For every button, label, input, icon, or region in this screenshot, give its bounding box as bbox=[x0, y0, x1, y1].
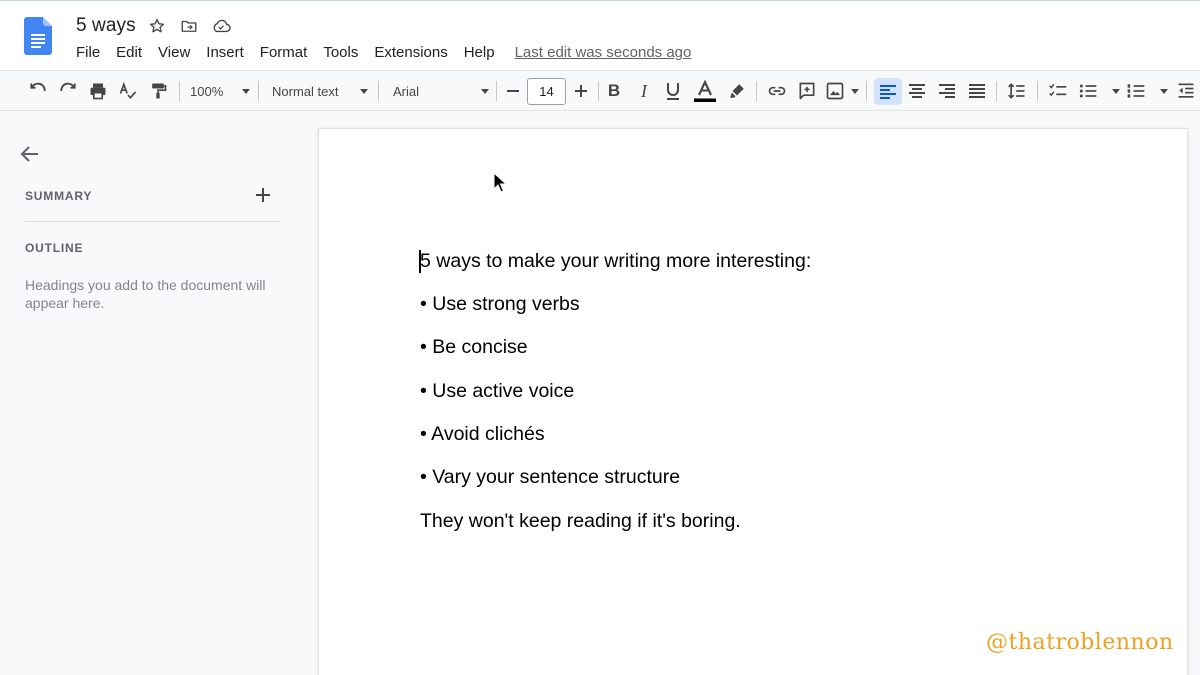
chevron-down-icon bbox=[242, 88, 250, 94]
back-arrow-icon[interactable] bbox=[18, 142, 42, 166]
align-right-icon[interactable] bbox=[935, 79, 959, 103]
toolbar-divider bbox=[378, 81, 379, 101]
justify-icon[interactable] bbox=[965, 79, 989, 103]
title-row: 5 ways bbox=[76, 13, 232, 39]
menu-help[interactable]: Help bbox=[464, 44, 495, 61]
toolbar-divider bbox=[258, 81, 259, 101]
print-icon[interactable] bbox=[86, 79, 110, 103]
underline-icon[interactable] bbox=[662, 79, 684, 103]
chevron-down-icon bbox=[360, 88, 368, 94]
redo-icon[interactable] bbox=[56, 79, 80, 103]
decrease-font-icon[interactable] bbox=[501, 79, 525, 103]
toolbar-divider bbox=[996, 81, 997, 101]
numbered-list-icon[interactable] bbox=[1126, 79, 1168, 103]
doc-paragraph[interactable]: • Avoid clichés bbox=[420, 423, 545, 446]
text-color-icon[interactable] bbox=[692, 79, 718, 103]
doc-line-text: 5 ways to make your writing more interes… bbox=[420, 250, 812, 272]
chevron-down-icon bbox=[1112, 88, 1120, 94]
outline-heading: OUTLINE bbox=[25, 241, 84, 255]
chevron-down-icon bbox=[1160, 88, 1168, 94]
font-value: Arial bbox=[393, 83, 420, 99]
sidebar-divider bbox=[25, 221, 281, 222]
document-title[interactable]: 5 ways bbox=[76, 15, 136, 37]
menu-insert[interactable]: Insert bbox=[206, 44, 244, 61]
italic-icon[interactable]: I bbox=[633, 79, 655, 103]
add-summary-icon[interactable] bbox=[252, 184, 274, 206]
zoom-value: 100% bbox=[190, 83, 224, 99]
align-center-icon[interactable] bbox=[905, 79, 929, 103]
doc-paragraph[interactable]: They won't keep reading if it's boring. bbox=[420, 510, 741, 533]
move-folder-icon[interactable] bbox=[178, 15, 200, 37]
doc-paragraph[interactable]: • Use strong verbs bbox=[420, 293, 580, 316]
last-edit-link[interactable]: Last edit was seconds ago bbox=[515, 44, 692, 61]
outline-hint: Headings you add to the document will ap… bbox=[25, 277, 266, 311]
text-caret bbox=[419, 250, 421, 273]
checklist-icon[interactable] bbox=[1046, 79, 1070, 103]
style-value: Normal text bbox=[272, 83, 339, 99]
menu-format[interactable]: Format bbox=[260, 44, 308, 61]
menu-file[interactable]: File bbox=[76, 44, 100, 61]
comment-icon[interactable] bbox=[795, 79, 819, 103]
align-left-icon[interactable] bbox=[874, 78, 902, 105]
menu-tools[interactable]: Tools bbox=[323, 44, 358, 61]
line-spacing-icon[interactable] bbox=[1005, 79, 1029, 103]
doc-paragraph[interactable]: • Vary your sentence structure bbox=[420, 466, 680, 489]
link-icon[interactable] bbox=[765, 79, 789, 103]
image-icon[interactable] bbox=[825, 79, 859, 103]
font-select[interactable]: Arial bbox=[393, 79, 489, 103]
docs-logo-icon[interactable] bbox=[24, 17, 52, 55]
toolbar-divider bbox=[866, 81, 867, 101]
menu-edit[interactable]: Edit bbox=[116, 44, 142, 61]
highlight-icon[interactable] bbox=[726, 79, 748, 103]
toolbar-divider bbox=[756, 81, 757, 101]
increase-font-icon[interactable] bbox=[569, 79, 593, 103]
cloud-status-icon[interactable] bbox=[210, 15, 232, 37]
font-size-input[interactable]: 14 bbox=[527, 78, 566, 105]
toolbar: 100% Normal text Arial 14 B I bbox=[0, 70, 1200, 111]
bold-icon[interactable]: B bbox=[603, 79, 625, 103]
undo-icon[interactable] bbox=[26, 79, 50, 103]
chevron-down-icon bbox=[481, 88, 489, 94]
menu-bar: File Edit View Insert Format Tools Exten… bbox=[76, 44, 691, 61]
watermark: @thatroblennon bbox=[986, 630, 1174, 655]
decrease-indent-icon[interactable] bbox=[1174, 79, 1198, 103]
toolbar-divider bbox=[496, 81, 497, 101]
toolbar-divider bbox=[179, 81, 180, 101]
chevron-down-icon bbox=[851, 88, 859, 94]
menu-extensions[interactable]: Extensions bbox=[374, 44, 447, 61]
summary-heading: SUMMARY bbox=[25, 189, 93, 203]
doc-paragraph[interactable]: 5 ways to make your writing more interes… bbox=[419, 250, 812, 273]
paint-format-icon[interactable] bbox=[146, 79, 170, 103]
mouse-pointer-icon bbox=[493, 172, 507, 193]
doc-paragraph[interactable]: • Use active voice bbox=[420, 380, 574, 403]
menu-view[interactable]: View bbox=[158, 44, 190, 61]
top-bar: 5 ways File Edit View Insert Format Tool… bbox=[0, 0, 1200, 70]
doc-paragraph[interactable]: • Be concise bbox=[420, 336, 528, 359]
toolbar-divider bbox=[1037, 81, 1038, 101]
star-icon[interactable] bbox=[146, 15, 168, 37]
spellcheck-icon[interactable] bbox=[116, 79, 140, 103]
zoom-select[interactable]: 100% bbox=[190, 79, 250, 103]
style-select[interactable]: Normal text bbox=[272, 79, 368, 103]
bulleted-list-icon[interactable] bbox=[1078, 79, 1120, 103]
toolbar-divider bbox=[598, 81, 599, 101]
